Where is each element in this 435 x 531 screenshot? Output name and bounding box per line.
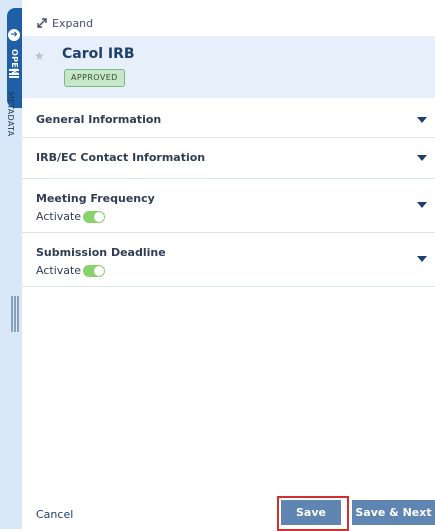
record-header: ★ Carol IRB APPROVED bbox=[22, 36, 435, 98]
activate-label: Activate bbox=[36, 264, 82, 277]
activate-row: Activate bbox=[36, 264, 106, 277]
section-title[interactable]: General Information bbox=[36, 113, 161, 126]
cancel-button[interactable]: Cancel bbox=[36, 508, 73, 521]
section-title[interactable]: IRB/EC Contact Information bbox=[36, 151, 205, 164]
expand-icon bbox=[37, 18, 47, 28]
chevron-down-icon[interactable] bbox=[417, 117, 427, 123]
section-title[interactable]: Submission Deadline bbox=[36, 246, 166, 259]
save-and-next-button[interactable]: Save & Next bbox=[352, 500, 435, 525]
section-irb-contact-information[interactable]: IRB/EC Contact Information bbox=[22, 138, 435, 179]
section-list: General Information IRB/EC Contact Infor… bbox=[22, 100, 435, 287]
expand-button[interactable]: Expand bbox=[36, 14, 93, 32]
chevron-down-icon[interactable] bbox=[417, 256, 427, 262]
section-submission-deadline[interactable]: Submission Deadline Activate bbox=[22, 233, 435, 287]
activate-toggle[interactable] bbox=[83, 264, 106, 277]
section-general-information[interactable]: General Information bbox=[22, 100, 435, 138]
record-title: Carol IRB bbox=[62, 46, 135, 62]
side-rail: ➜ OPEN METADATA bbox=[0, 0, 23, 529]
star-icon[interactable]: ★ bbox=[34, 49, 45, 63]
activate-row: Activate bbox=[36, 210, 106, 223]
status-badge: APPROVED bbox=[64, 69, 125, 87]
chevron-down-icon[interactable] bbox=[417, 202, 427, 208]
section-title[interactable]: Meeting Frequency bbox=[36, 192, 155, 205]
save-button[interactable]: Save bbox=[281, 500, 341, 525]
section-meeting-frequency[interactable]: Meeting Frequency Activate bbox=[22, 179, 435, 233]
activate-label: Activate bbox=[36, 210, 82, 223]
metadata-label[interactable]: METADATA bbox=[4, 84, 16, 144]
expand-label[interactable]: Expand bbox=[52, 17, 93, 30]
drag-handle-icon[interactable] bbox=[11, 296, 19, 332]
activate-toggle[interactable] bbox=[83, 210, 106, 223]
metadata-panel: Expand ★ Carol IRB APPROVED General Info… bbox=[22, 0, 435, 529]
list-icon[interactable] bbox=[9, 69, 19, 78]
chevron-down-icon[interactable] bbox=[417, 155, 427, 161]
circle-arrow-icon[interactable]: ➜ bbox=[8, 29, 20, 41]
